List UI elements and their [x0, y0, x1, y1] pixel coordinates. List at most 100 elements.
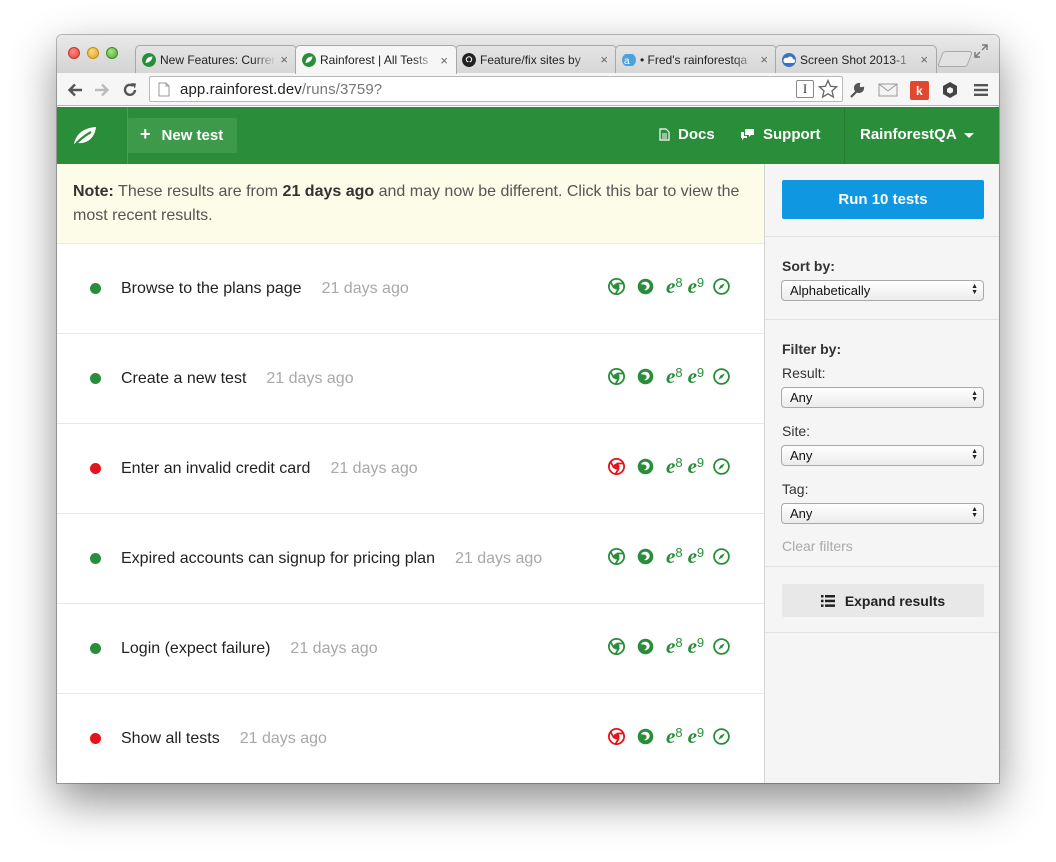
chrome-icon[interactable] [608, 368, 625, 385]
ie-version: 8 [675, 455, 683, 470]
browser-results: e8e9 [608, 724, 742, 748]
test-time: 21 days ago [321, 279, 409, 297]
ie8-icon[interactable]: e8 [666, 544, 683, 568]
text-cursor-icon[interactable]: I [796, 80, 814, 98]
chrome-icon[interactable] [608, 278, 625, 295]
klout-extension-icon[interactable]: k [909, 80, 929, 100]
window-minimize-button[interactable] [87, 47, 99, 59]
tag-filter-label: Tag: [782, 481, 809, 497]
test-name[interactable]: Browse to the plans page 21 days ago [121, 280, 409, 298]
page-icon [158, 82, 170, 96]
firefox-icon[interactable] [637, 728, 654, 745]
tab-close-icon[interactable]: × [920, 52, 928, 67]
clear-filters-link[interactable]: Clear filters [782, 538, 853, 554]
forward-button[interactable] [92, 80, 112, 100]
firefox-icon[interactable] [637, 368, 654, 385]
firefox-icon[interactable] [637, 278, 654, 295]
safari-compass-icon[interactable] [713, 278, 730, 295]
ie9-icon[interactable]: e9 [688, 276, 705, 297]
rainforest-leaf-logo-icon[interactable] [73, 125, 97, 147]
ie8-icon[interactable]: e8 [666, 724, 683, 748]
test-row[interactable]: Enter an invalid credit card 21 days ago e… [57, 424, 764, 514]
test-time: 21 days ago [266, 369, 354, 387]
bookmark-star-icon[interactable] [818, 79, 838, 99]
reload-button[interactable] [120, 80, 140, 100]
ie-glyph: e [666, 724, 676, 748]
ie9-icon[interactable]: e9 [687, 544, 705, 568]
menu-icon[interactable] [971, 80, 991, 100]
select-arrows-icon: ▲ ▼ [971, 506, 978, 519]
ie8-icon[interactable]: e8 [666, 276, 683, 297]
test-name[interactable]: Expired accounts can signup for pricing … [121, 550, 542, 568]
test-row[interactable]: Login (expect failure) 21 days ago e 8 e 9 [57, 604, 764, 694]
firefox-icon[interactable] [637, 548, 654, 565]
filter-by-label: Filter by: [782, 341, 842, 357]
firefox-icon[interactable] [637, 638, 654, 655]
expand-results-button[interactable]: Expand results [782, 584, 984, 617]
chrome-icon[interactable] [608, 548, 625, 565]
safari-compass-icon[interactable] [713, 638, 730, 655]
test-name[interactable]: Login (expect failure) 21 days ago [121, 640, 378, 658]
ie9-icon[interactable]: e9 [688, 366, 705, 387]
ie9-icon[interactable]: e9 [688, 726, 705, 747]
firefox-icon[interactable] [637, 458, 654, 475]
test-name-text: Login (expect failure) [121, 639, 271, 657]
back-button[interactable] [65, 80, 85, 100]
tab-close-icon[interactable]: × [440, 53, 448, 68]
ie9-icon[interactable]: e9 [688, 635, 705, 657]
mail-icon[interactable] [878, 80, 898, 100]
result-filter-select[interactable]: Any ▲ ▼ [781, 387, 984, 408]
tab-close-icon[interactable]: × [600, 52, 608, 67]
fullscreen-icon[interactable] [973, 43, 989, 59]
site-filter-select[interactable]: Any ▲ ▼ [781, 445, 984, 466]
chrome-icon[interactable] [608, 458, 625, 475]
ie8-icon[interactable]: e8 [666, 366, 683, 387]
new-tab-button[interactable] [937, 51, 973, 67]
test-name[interactable]: Show all tests 21 days ago [121, 730, 327, 748]
browser-tab-github[interactable]: Feature/fix sites by × [455, 45, 617, 73]
ie-glyph: e [666, 544, 676, 568]
test-row[interactable]: Create a new test 21 days ago e 8 e 9 [57, 334, 764, 424]
app-favicon-icon: a [622, 53, 636, 67]
ie-glyph: e [687, 544, 697, 568]
status-dot [90, 553, 101, 564]
test-row[interactable]: Show all tests 21 days ago e 8 e 9 [57, 694, 764, 783]
window-zoom-button[interactable] [106, 47, 118, 59]
tab-close-icon[interactable]: × [280, 52, 288, 67]
ie8-icon[interactable]: e8 [666, 636, 683, 657]
chrome-icon[interactable] [608, 638, 625, 655]
test-row[interactable]: Browse to the plans page 21 days ago e 8 e 9 [57, 244, 764, 334]
ie9-icon[interactable]: e9 [688, 456, 705, 477]
account-dropdown[interactable]: RainforestQA [860, 126, 974, 143]
run-tests-button[interactable]: Run 10 tests [782, 180, 984, 219]
sidebar-divider [765, 319, 999, 320]
safari-compass-icon[interactable] [713, 368, 730, 385]
address-bar[interactable]: app.rainforest.dev/runs/3759? I [149, 76, 843, 102]
note-text-1: These results are from [113, 183, 283, 200]
new-test-button[interactable]: + New test [128, 118, 237, 153]
test-row[interactable]: Expired accounts can signup for pricing … [57, 514, 764, 604]
chrome-icon[interactable] [608, 728, 625, 745]
wrench-icon[interactable] [847, 80, 867, 100]
browser-window: New Features: Current Sprint × Rainfores… [57, 35, 999, 783]
browser-tab-screen-shot[interactable]: Screen Shot 2013-1 × [775, 45, 937, 73]
ie8-icon[interactable]: e8 [666, 455, 683, 477]
sort-by-select[interactable]: Alphabetically ▲ ▼ [781, 280, 984, 301]
stale-results-note[interactable]: Note: These results are from 21 days ago… [57, 164, 764, 244]
tab-close-icon[interactable]: × [760, 52, 768, 67]
ie-version: 8 [675, 545, 683, 560]
window-close-button[interactable] [68, 47, 80, 59]
safari-compass-icon[interactable] [713, 458, 730, 475]
browser-tab-new-features[interactable]: New Features: Current Sprint × [135, 45, 297, 73]
browser-tab-freds-rainforestqa[interactable]: a • Fred's rainforestqa × [615, 45, 777, 73]
safari-compass-icon[interactable] [713, 548, 730, 565]
test-name[interactable]: Enter an invalid credit card 21 days ago [121, 460, 418, 478]
test-name[interactable]: Create a new test 21 days ago [121, 370, 354, 388]
browser-tab-rainforest-all-tests[interactable]: Rainforest | All Tests × [295, 45, 457, 74]
support-link[interactable]: Support [740, 126, 821, 143]
tag-filter-select[interactable]: Any ▲ ▼ [781, 503, 984, 524]
hexagon-extension-icon[interactable] [940, 80, 960, 100]
docs-link[interactable]: Docs [659, 126, 715, 143]
safari-compass-icon[interactable] [713, 728, 730, 745]
ie-version: 9 [696, 635, 705, 650]
